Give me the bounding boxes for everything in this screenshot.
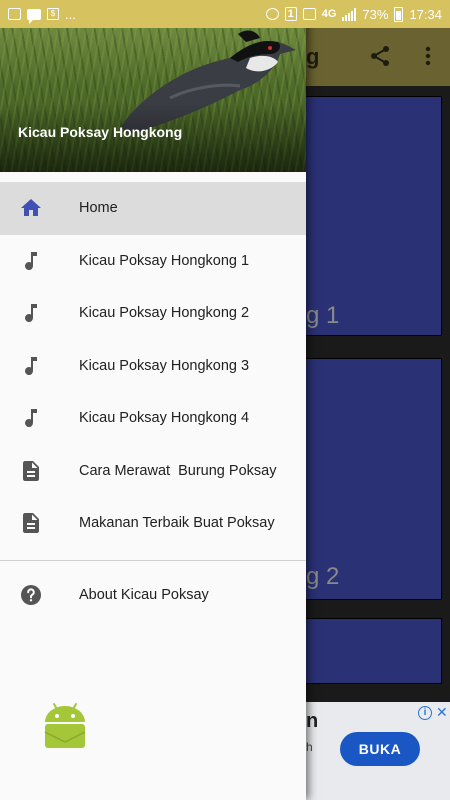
- share-icon[interactable]: [368, 44, 392, 68]
- battery-percent: 73%: [362, 6, 389, 22]
- network-type: 4G: [321, 8, 337, 20]
- song-card-label: g 2: [306, 563, 340, 590]
- navigation-drawer: Kicau Poksay Hongkong Home Kicau Poksay …: [0, 0, 306, 800]
- menu-item-label: Kicau Poksay Hongkong 4: [79, 410, 250, 427]
- music-note-icon: [19, 354, 43, 378]
- clock: 17:34: [409, 6, 442, 22]
- song-card[interactable]: [300, 618, 442, 684]
- song-card-label: g 1: [306, 302, 340, 329]
- app-title-fragment: g: [306, 44, 320, 69]
- music-note-icon: [19, 406, 43, 430]
- status-right: 1 4G 73% 17:34: [265, 6, 442, 22]
- ad-subtitle-fragment: h: [306, 740, 313, 754]
- signal-strength-icon: [342, 7, 357, 21]
- ad-title-fragment: n: [306, 710, 319, 732]
- chat-notification-icon: [27, 8, 41, 24]
- song-card[interactable]: [300, 96, 442, 336]
- menu-item-label: Kicau Poksay Hongkong 1: [79, 252, 250, 269]
- menu-item-label: Kicau Poksay Hongkong 2: [79, 305, 250, 322]
- android-logo-icon: [44, 703, 86, 748]
- document-icon: [19, 511, 43, 535]
- battery-icon: [394, 6, 404, 22]
- menu-item-song-1[interactable]: Kicau Poksay Hongkong 1: [0, 235, 306, 288]
- image-notification-icon: [8, 8, 21, 20]
- overflow-menu-icon[interactable]: [416, 44, 440, 68]
- menu-item-label: Kicau Poksay Hongkong 3: [79, 357, 250, 374]
- menu-item-label: Home: [79, 200, 118, 217]
- drawer-header-title: Kicau Poksay Hongkong: [18, 124, 183, 140]
- document-icon: [19, 459, 43, 483]
- status-bar: $ ... 1 4G 73% 17:34: [0, 0, 450, 28]
- menu-item-label: Cara Merawat Burung Poksay: [79, 462, 277, 479]
- menu-item-song-3[interactable]: Kicau Poksay Hongkong 3: [0, 340, 306, 393]
- ad-info-icon[interactable]: i: [418, 706, 432, 720]
- status-left: $ ...: [8, 6, 76, 24]
- menu-item-home[interactable]: Home: [0, 182, 306, 235]
- menu-item-best-food[interactable]: Makanan Terbaik Buat Poksay: [0, 497, 306, 550]
- music-note-icon: [19, 301, 43, 325]
- menu-item-care-guide[interactable]: Cara Merawat Burung Poksay: [0, 445, 306, 498]
- help-icon: [19, 583, 43, 607]
- menu-item-song-4[interactable]: Kicau Poksay Hongkong 4: [0, 392, 306, 445]
- drawer-menu: Home Kicau Poksay Hongkong 1 Kicau Poksa…: [0, 182, 306, 621]
- menu-divider: [0, 559, 306, 561]
- drawer-header: Kicau Poksay Hongkong: [0, 28, 306, 172]
- shopping-bag-icon: $: [47, 8, 59, 20]
- ad-open-button[interactable]: BUKA: [340, 732, 420, 766]
- sim-badge: 1: [284, 7, 297, 21]
- more-notifications-text: ...: [65, 6, 76, 22]
- menu-item-about[interactable]: About Kicau Poksay: [0, 569, 306, 622]
- music-note-icon: [19, 249, 43, 273]
- alarm-icon: [265, 8, 279, 20]
- ad-close-icon[interactable]: ✕: [436, 704, 448, 721]
- menu-item-label: About Kicau Poksay: [79, 586, 209, 603]
- menu-item-label: Makanan Terbaik Buat Poksay: [79, 515, 275, 532]
- home-icon: [19, 196, 43, 220]
- menu-item-song-2[interactable]: Kicau Poksay Hongkong 2: [0, 287, 306, 340]
- wifi-call-icon: [302, 8, 316, 20]
